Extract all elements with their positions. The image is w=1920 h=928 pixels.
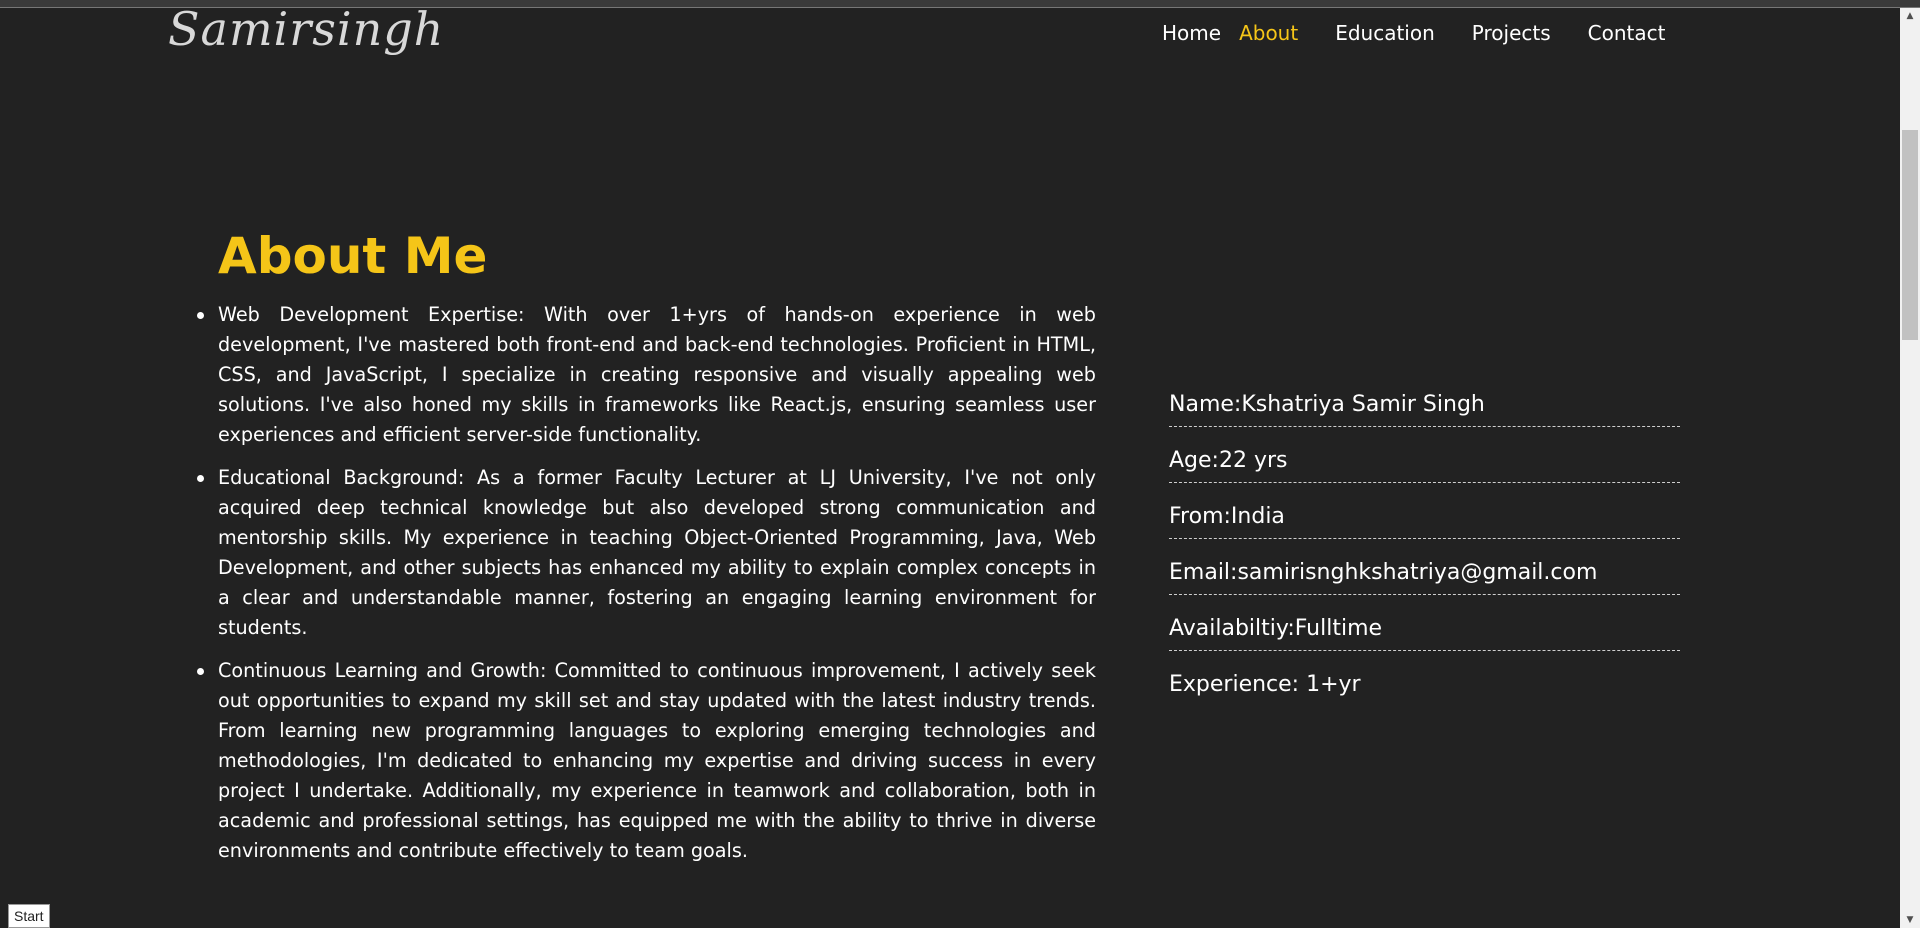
about-bullet-list: Web Development Expertise: With over 1+y…: [197, 300, 1096, 879]
personal-info-panel: Name:Kshatriya Samir Singh Age:22 yrs Fr…: [1169, 384, 1680, 719]
about-title: About Me: [218, 227, 488, 285]
vertical-scrollbar[interactable]: ▲ ▼: [1900, 8, 1920, 928]
site-logo[interactable]: Samirsingh: [168, 2, 444, 56]
info-email: Email:samirisnghkshatriya@gmail.com: [1169, 552, 1680, 595]
scrollbar-thumb[interactable]: [1902, 130, 1918, 340]
scroll-down-arrow-icon[interactable]: ▼: [1900, 912, 1920, 928]
info-availability: Availabiltiy:Fulltime: [1169, 608, 1680, 651]
nav-link-home[interactable]: Home: [1162, 20, 1221, 46]
nav-link-about[interactable]: About: [1239, 20, 1298, 46]
info-age: Age:22 yrs: [1169, 440, 1680, 483]
start-badge[interactable]: Start: [8, 904, 50, 928]
scroll-up-arrow-icon[interactable]: ▲: [1900, 8, 1920, 24]
main-nav: Home About Education Projects Contact: [1162, 20, 1665, 46]
info-from: From:India: [1169, 496, 1680, 539]
info-name: Name:Kshatriya Samir Singh: [1169, 384, 1680, 427]
about-bullet-web-development: Web Development Expertise: With over 1+y…: [197, 300, 1096, 450]
about-bullet-continuous-learning: Continuous Learning and Growth: Committe…: [197, 656, 1096, 866]
nav-link-projects[interactable]: Projects: [1472, 20, 1551, 46]
nav-link-contact[interactable]: Contact: [1588, 20, 1666, 46]
about-bullet-education: Educational Background: As a former Facu…: [197, 463, 1096, 643]
nav-link-education[interactable]: Education: [1335, 20, 1435, 46]
info-experience: Experience: 1+yr: [1169, 672, 1361, 697]
